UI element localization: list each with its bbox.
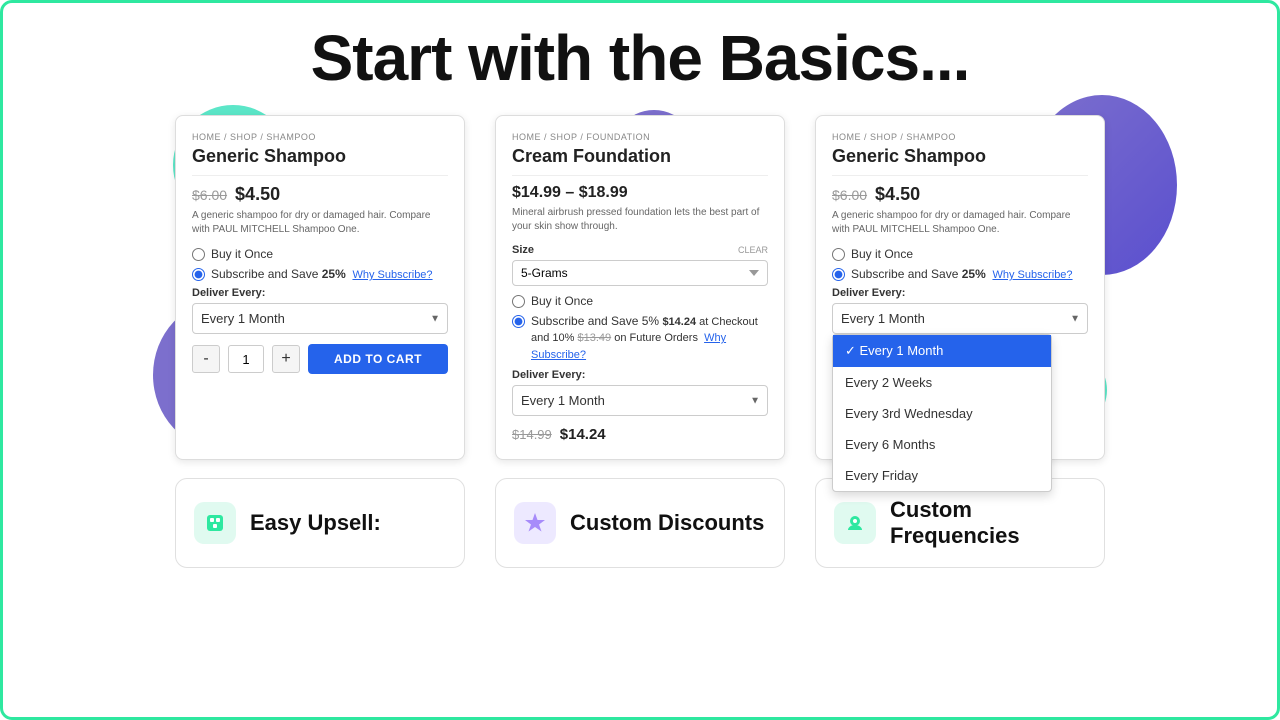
radio-subscribe-3[interactable]: Subscribe and Save 25% Why Subscribe?: [832, 267, 1088, 281]
why-link-2[interactable]: Why Subscribe?: [531, 332, 726, 360]
why-link-3[interactable]: Why Subscribe?: [992, 269, 1072, 281]
radio-once-input-3[interactable]: [832, 248, 845, 261]
feature-label-0: Easy Upsell:: [250, 510, 381, 536]
divider-2: [512, 175, 768, 176]
frequency-display-3[interactable]: Every 1 Month: [832, 303, 1088, 334]
size-label: Size: [512, 244, 534, 256]
radio-subscribe-input-3[interactable]: [832, 268, 845, 281]
product-desc-2: Mineral airbrush pressed foundation lets…: [512, 206, 768, 234]
product-name-1: Generic Shampoo: [192, 146, 448, 167]
product-desc-3: A generic shampoo for dry or damaged hai…: [832, 209, 1088, 237]
radio-once-3[interactable]: Buy it Once: [832, 247, 1088, 261]
final-price-sale: $14.24: [560, 426, 606, 443]
frequency-wrapper-2: Every 1 Month ▼: [512, 385, 768, 416]
frequency-trigger-3[interactable]: Every 1 Month ▼: [832, 303, 1088, 334]
product-card-1: HOME / SHOP / SHAMPOO Generic Shampoo $6…: [175, 115, 465, 460]
final-price-row: $14.99 $14.24: [512, 426, 768, 443]
deliver-label-2: Deliver Every:: [512, 369, 768, 381]
save-pct-3: 25%: [962, 267, 986, 281]
product-card-2: HOME / SHOP / FOUNDATION Cream Foundatio…: [495, 115, 785, 460]
divider-1: [192, 175, 448, 176]
price-sale-1: $4.50: [235, 184, 280, 205]
dropdown-open-3: ✓ Every 1 Month Every 2 Weeks Every 3rd …: [832, 334, 1052, 492]
radio-once-2[interactable]: Buy it Once: [512, 294, 768, 308]
qty-input-1[interactable]: [228, 345, 264, 373]
clear-btn[interactable]: CLEAR: [738, 245, 768, 255]
save-pct-1: 25%: [322, 267, 346, 281]
feature-card-1: Custom Discounts: [495, 478, 785, 568]
radio-subscribe-1[interactable]: Subscribe and Save 25% Why Subscribe?: [192, 267, 448, 281]
price-row-1: $6.00 $4.50: [192, 184, 448, 205]
radio-once-label-1: Buy it Once: [211, 247, 273, 261]
price-original-3: $6.00: [832, 187, 867, 203]
radio-subscribe-label-3: Subscribe and Save 25% Why Subscribe?: [851, 267, 1073, 281]
dropdown-item-1[interactable]: Every 2 Weeks: [833, 367, 1051, 398]
qty-row-1: - + ADD TO CART: [192, 344, 448, 374]
radio-once-input-2[interactable]: [512, 295, 525, 308]
radio-once-input-1[interactable]: [192, 248, 205, 261]
feature-label-1: Custom Discounts: [570, 510, 764, 536]
page-wrapper: Start with the Basics... HOME / SHOP / S…: [3, 3, 1277, 717]
radio-once-1[interactable]: Buy it Once: [192, 247, 448, 261]
features-row: Easy Upsell: Custom Discounts Custom Fre…: [33, 478, 1247, 568]
page-title: Start with the Basics...: [311, 21, 970, 95]
add-to-cart-btn-1[interactable]: ADD TO CART: [308, 344, 448, 374]
why-link-1[interactable]: Why Subscribe?: [352, 269, 432, 281]
frequency-wrapper-1: Every 1 Month ▼: [192, 303, 448, 334]
radio-subscribe-input-1[interactable]: [192, 268, 205, 281]
frequency-select-2[interactable]: Every 1 Month: [512, 385, 768, 416]
price-original-1: $6.00: [192, 187, 227, 203]
qty-plus-btn-1[interactable]: +: [272, 345, 300, 373]
custom-frequencies-icon: [834, 502, 876, 544]
frequency-select-1[interactable]: Every 1 Month: [192, 303, 448, 334]
size-select[interactable]: 5-Grams: [512, 260, 768, 286]
breadcrumb-1: HOME / SHOP / SHAMPOO: [192, 132, 448, 142]
breadcrumb-2: HOME / SHOP / FOUNDATION: [512, 132, 768, 142]
feature-card-0: Easy Upsell:: [175, 478, 465, 568]
dropdown-wrapper-3: Every 1 Month ▼ ✓ Every 1 Month Every 2 …: [832, 303, 1088, 334]
cards-row: HOME / SHOP / SHAMPOO Generic Shampoo $6…: [33, 115, 1247, 460]
product-desc-1: A generic shampoo for dry or damaged hai…: [192, 209, 448, 237]
product-name-2: Cream Foundation: [512, 146, 768, 167]
dropdown-item-2[interactable]: Every 3rd Wednesday: [833, 398, 1051, 429]
radio-once-label-2: Buy it Once: [531, 294, 593, 308]
dropdown-item-0[interactable]: ✓ Every 1 Month: [833, 335, 1051, 367]
feature-label-2: Custom Frequencies: [890, 497, 1086, 550]
size-label-row: Size CLEAR: [512, 244, 768, 256]
product-card-3: HOME / SHOP / SHAMPOO Generic Shampoo $6…: [815, 115, 1105, 460]
radio-subscribe-label-2: Subscribe and Save 5% $14.24 at Checkout…: [531, 314, 768, 363]
deliver-label-1: Deliver Every:: [192, 287, 448, 299]
price-range-2: $14.99 – $18.99: [512, 184, 768, 202]
price-row-3: $6.00 $4.50: [832, 184, 1088, 205]
final-price-original: $14.99: [512, 427, 552, 442]
easy-upsell-icon: [194, 502, 236, 544]
price-sale-3: $4.50: [875, 184, 920, 205]
radio-subscribe-input-2[interactable]: [512, 315, 525, 328]
custom-discounts-icon: [514, 502, 556, 544]
radio-subscribe-2[interactable]: Subscribe and Save 5% $14.24 at Checkout…: [512, 314, 768, 363]
breadcrumb-3: HOME / SHOP / SHAMPOO: [832, 132, 1088, 142]
divider-3: [832, 175, 1088, 176]
radio-subscribe-label-1: Subscribe and Save 25% Why Subscribe?: [211, 267, 433, 281]
dropdown-item-4[interactable]: Every Friday: [833, 460, 1051, 491]
product-name-3: Generic Shampoo: [832, 146, 1088, 167]
radio-once-label-3: Buy it Once: [851, 247, 913, 261]
qty-minus-btn-1[interactable]: -: [192, 345, 220, 373]
dropdown-item-3[interactable]: Every 6 Months: [833, 429, 1051, 460]
deliver-label-3: Deliver Every:: [832, 287, 1088, 299]
